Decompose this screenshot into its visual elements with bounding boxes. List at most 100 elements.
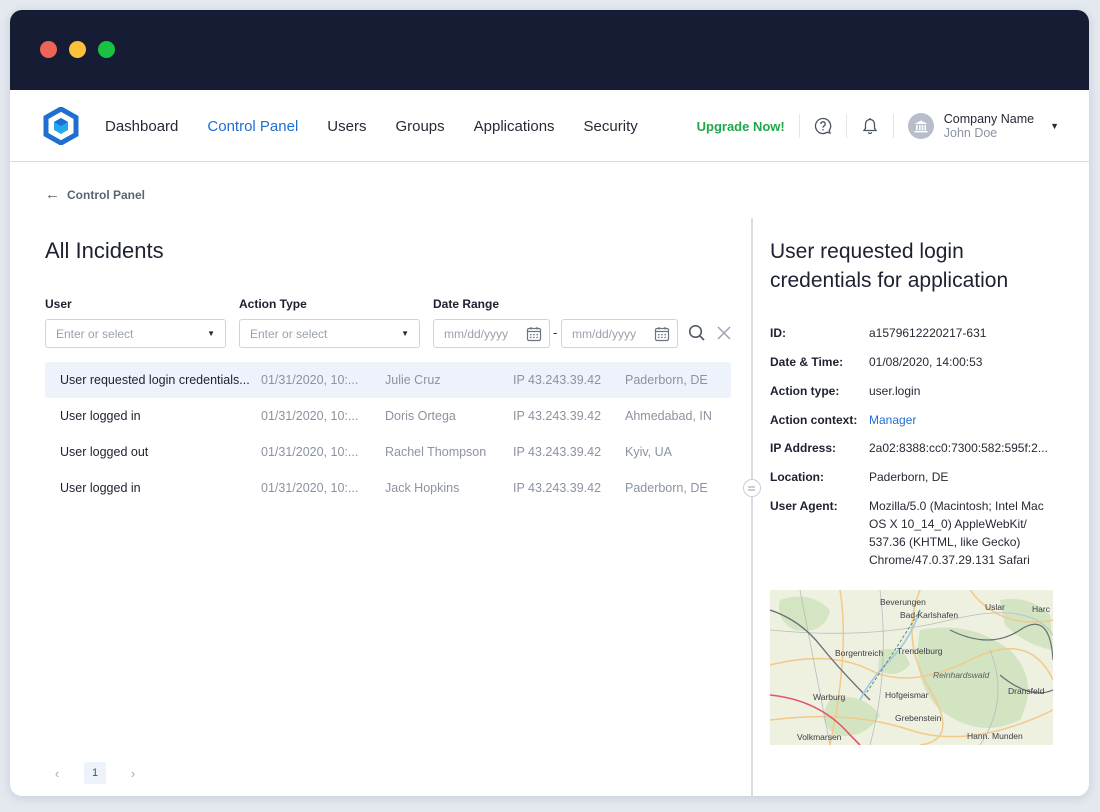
nav-groups[interactable]: Groups [395, 118, 444, 135]
nav-security[interactable]: Security [584, 118, 638, 135]
incident-action: User logged in [60, 481, 141, 495]
map-label: Hann. Munden [967, 731, 1023, 741]
logo-icon[interactable] [43, 107, 79, 145]
panel-divider [751, 218, 753, 796]
incident-row[interactable]: User logged out 01/31/2020, 10:... Rache… [45, 434, 731, 470]
incident-ip: IP 43.243.39.42 [513, 445, 602, 459]
incident-ip: IP 43.243.39.42 [513, 409, 602, 423]
incident-time: 01/31/2020, 10:... [261, 373, 359, 387]
incident-ip: IP 43.243.39.42 [513, 481, 602, 495]
bank-icon [914, 120, 928, 132]
action-type-filter-select[interactable]: Enter or select ▼ [239, 319, 420, 348]
page-title: All Incidents [45, 238, 164, 263]
map-label: Uslar [985, 602, 1005, 612]
detail-field-id: ID: a1579612220217-631 [770, 324, 1055, 342]
field-value: a1579612220217-631 [869, 326, 987, 340]
field-label: Location: [770, 470, 824, 484]
nav-applications[interactable]: Applications [474, 118, 555, 135]
user-filter-placeholder: Enter or select [56, 326, 134, 341]
pagination: ‹ 1 › [50, 762, 140, 784]
detail-field-user-agent: User Agent: Mozilla/5.0 (Macintosh; Inte… [770, 497, 1055, 569]
maximize-window-button[interactable] [98, 41, 115, 58]
detail-title: User requested login credentials for app… [770, 240, 1009, 292]
app-window: Dashboard Control Panel Users Groups App… [10, 10, 1089, 796]
map-label: Grebenstein [895, 713, 942, 723]
action-context-link[interactable]: Manager [869, 411, 1055, 429]
nav-dashboard[interactable]: Dashboard [105, 118, 178, 135]
map-label: Volkmarsen [797, 732, 842, 742]
user-filter-label: User [45, 297, 72, 311]
incident-location: Paderborn, DE [625, 373, 708, 387]
nav-users[interactable]: Users [327, 118, 366, 135]
incident-time: 01/31/2020, 10:... [261, 445, 359, 459]
field-label: ID: [770, 326, 786, 340]
map-label: Borgentreich [835, 648, 883, 658]
chevron-right-icon[interactable]: › [126, 766, 140, 781]
map-label: Bad Karlshafen [900, 610, 958, 620]
close-window-button[interactable] [40, 41, 57, 58]
page-number-button[interactable]: 1 [84, 762, 106, 784]
incident-user: Rachel Thompson [385, 445, 487, 459]
map-label: Warburg [813, 692, 846, 702]
field-label: Action type: [770, 384, 840, 398]
action-type-filter-placeholder: Enter or select [250, 326, 328, 341]
arrow-left-icon: ← [45, 186, 60, 203]
user-name: John Doe [943, 126, 998, 140]
field-value: 2a02:8388:cc0:7300:582:595f:2... [869, 441, 1048, 455]
account-menu[interactable]: Company Name John Doe ▼ [907, 112, 1059, 140]
breadcrumb-back-link[interactable]: ← Control Panel [45, 186, 145, 203]
incident-row[interactable]: User requested login credentials... 01/3… [45, 362, 731, 398]
calendar-icon[interactable] [526, 326, 542, 342]
detail-field-location: Location: Paderborn, DE [770, 468, 1055, 486]
map-label: Beverungen [880, 597, 926, 607]
field-value: Paderborn, DE [869, 470, 949, 484]
detail-field-ip-address: IP Address: 2a02:8388:cc0:7300:582:595f:… [770, 439, 1055, 457]
chevron-down-icon[interactable]: ▼ [1050, 121, 1059, 131]
date-range-label: Date Range [433, 297, 500, 311]
detail-field-action-context: Action context: Manager [770, 411, 1055, 429]
bell-icon [862, 118, 877, 135]
incident-action: User logged out [60, 445, 149, 459]
user-filter-select[interactable]: Enter or select ▼ [45, 319, 226, 348]
incident-location: Ahmedabad, IN [625, 409, 712, 423]
resize-handle[interactable] [743, 479, 761, 497]
incident-action: User logged in [60, 409, 141, 423]
incident-time: 01/31/2020, 10:... [261, 481, 359, 495]
close-icon[interactable] [716, 325, 732, 341]
field-label: Action context: [770, 413, 858, 427]
date-to-input[interactable]: mm/dd/yyyy [561, 319, 678, 348]
incident-row[interactable]: User logged in 01/31/2020, 10:... Doris … [45, 398, 731, 434]
field-value: Mozilla/5.0 (Macintosh; Intel Mac OS X 1… [869, 499, 1044, 567]
map-label: Dransfeld [1008, 686, 1045, 696]
calendar-icon[interactable] [654, 326, 670, 342]
help-button[interactable] [800, 106, 846, 146]
incidents-panel: ← Control Panel All Incidents User Enter… [10, 162, 751, 796]
navbar-actions: Upgrade Now! Company Name John Doe ▼ [697, 90, 1059, 162]
incident-row[interactable]: User logged in 01/31/2020, 10:... Jack H… [45, 470, 731, 506]
upgrade-link[interactable]: Upgrade Now! [697, 119, 785, 134]
field-label: IP Address: [770, 441, 837, 455]
location-map[interactable]: Beverungen Bad Karlshafen Uslar Harc Bor… [770, 590, 1053, 745]
incident-action: User requested login credentials... [60, 373, 250, 387]
incident-ip: IP 43.243.39.42 [513, 373, 602, 387]
date-from-placeholder: mm/dd/yyyy [444, 326, 509, 341]
incident-user: Doris Ortega [385, 409, 456, 423]
notifications-button[interactable] [847, 106, 893, 146]
search-icon[interactable] [688, 324, 706, 342]
field-value: user.login [869, 384, 921, 398]
window-titlebar [10, 10, 1089, 90]
nav-control-panel[interactable]: Control Panel [207, 118, 298, 135]
field-label: Date & Time: [770, 355, 844, 369]
incident-user: Jack Hopkins [385, 481, 460, 495]
avatar [907, 113, 934, 139]
minimize-window-button[interactable] [69, 41, 86, 58]
date-range-separator: - [553, 325, 558, 340]
chevron-left-icon[interactable]: ‹ [50, 766, 64, 781]
incident-user: Julie Cruz [385, 373, 441, 387]
map-label: Trendelburg [897, 646, 943, 656]
top-navbar: Dashboard Control Panel Users Groups App… [10, 90, 1089, 162]
incidents-table: User requested login credentials... 01/3… [45, 362, 731, 506]
field-value: 01/08/2020, 14:00:53 [869, 355, 983, 369]
action-type-filter-label: Action Type [239, 297, 307, 311]
date-from-input[interactable]: mm/dd/yyyy [433, 319, 550, 348]
